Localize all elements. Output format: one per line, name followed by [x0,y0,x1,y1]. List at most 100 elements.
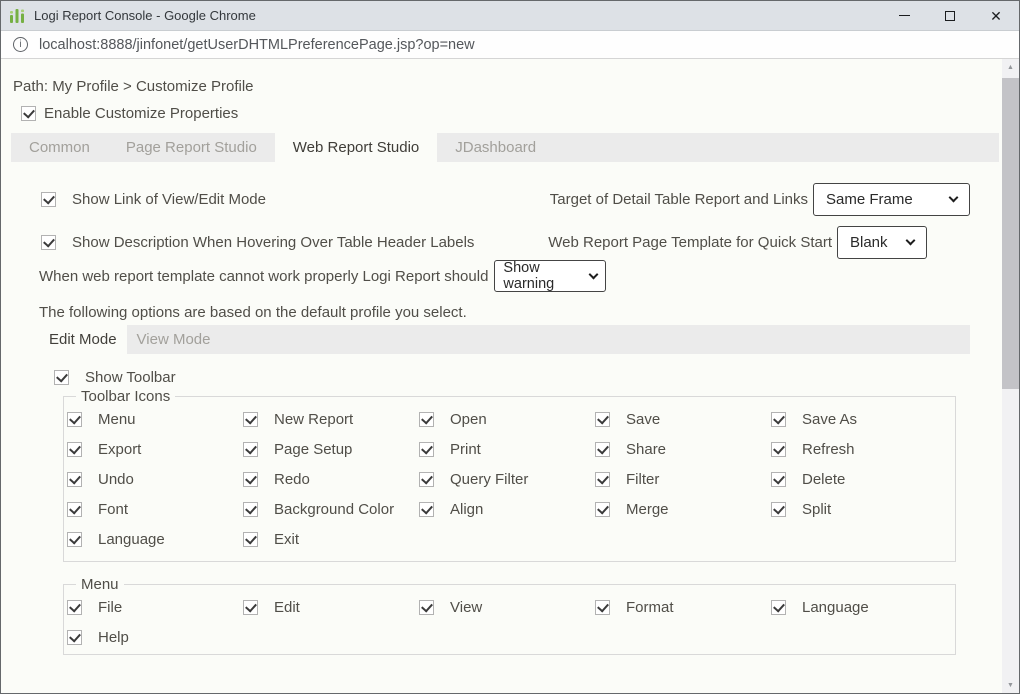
checkbox[interactable] [419,442,434,457]
enable-customize-checkbox[interactable]: Enable Customize Properties [21,105,1002,122]
checkbox[interactable] [67,600,82,615]
toolbar-icon-item-7[interactable]: Print [419,441,595,458]
window-titlebar: Logi Report Console - Google Chrome ✕ [1,1,1019,31]
checkbox-label: Query Filter [450,471,528,488]
toolbar-icon-item-3[interactable]: Save [595,411,771,428]
checkbox[interactable] [243,472,258,487]
toolbar-icon-item-2[interactable]: Open [419,411,595,428]
scroll-down-icon[interactable]: ▼ [1002,677,1019,693]
toolbar-icon-item-14[interactable]: Delete [771,471,947,488]
checkbox[interactable] [595,442,610,457]
checkbox[interactable] [595,472,610,487]
toolbar-icon-item-8[interactable]: Share [595,441,771,458]
checkbox-label: New Report [274,411,353,428]
checkbox[interactable] [419,472,434,487]
checkbox[interactable] [595,502,610,517]
show-link-checkbox[interactable]: Show Link of View/Edit Mode [41,191,266,208]
checkbox-label: Show Link of View/Edit Mode [72,191,266,208]
select-value: Show warning [503,260,580,292]
toolbar-icon-item-0[interactable]: Menu [67,411,243,428]
checkbox[interactable] [771,600,786,615]
checkbox[interactable] [243,412,258,427]
scroll-up-icon[interactable]: ▲ [1002,59,1019,75]
checkbox[interactable] [41,235,56,250]
toolbar-icon-item-17[interactable]: Align [419,501,595,518]
checkbox[interactable] [67,532,82,547]
checkbox[interactable] [595,412,610,427]
checkbox[interactable] [771,472,786,487]
checkbox[interactable] [419,412,434,427]
menu-item-1[interactable]: Edit [243,599,419,616]
page-info-icon[interactable]: i [13,37,28,52]
close-button[interactable]: ✕ [973,1,1019,30]
checkbox[interactable] [67,502,82,517]
toolbar-icon-item-5[interactable]: Export [67,441,243,458]
menu-item-5[interactable]: Help [67,629,243,646]
checkbox-label: Exit [274,531,299,548]
toolbar-icon-item-4[interactable]: Save As [771,411,947,428]
menu-item-4[interactable]: Language [771,599,947,616]
minimize-button[interactable] [881,1,927,30]
select-value: Same Frame [826,191,913,208]
checkbox[interactable] [243,600,258,615]
toolbar-icon-item-1[interactable]: New Report [243,411,419,428]
checkbox[interactable] [67,630,82,645]
browser-window: Logi Report Console - Google Chrome ✕ i … [0,0,1020,694]
toolbar-icon-item-12[interactable]: Query Filter [419,471,595,488]
toolbar-icon-item-13[interactable]: Filter [595,471,771,488]
tab-jdashboard[interactable]: JDashboard [437,133,554,162]
tab-common[interactable]: Common [11,133,108,162]
target-select[interactable]: Same Frame [813,183,970,216]
checkbox[interactable] [419,600,434,615]
toolbar-icon-item-10[interactable]: Undo [67,471,243,488]
checkbox[interactable] [771,502,786,517]
checkbox[interactable] [419,502,434,517]
checkbox[interactable] [41,192,56,207]
tab-web-report-studio[interactable]: Web Report Studio [275,133,437,162]
toolbar-icon-item-15[interactable]: Font [67,501,243,518]
toolbar-icon-item-11[interactable]: Redo [243,471,419,488]
checkbox[interactable] [595,600,610,615]
checkbox-label: Background Color [274,501,394,518]
mode-tab-strip: Edit Mode View Mode [39,325,970,354]
maximize-button[interactable] [927,1,973,30]
url-text[interactable]: localhost:8888/jinfonet/getUserDHTMLPref… [39,37,475,53]
template-select[interactable]: Blank [837,226,927,259]
checkbox[interactable] [67,442,82,457]
warning-select[interactable]: Show warning [494,260,606,292]
page-content: Path: My Profile > Customize Profile Ena… [1,59,1002,693]
checkbox-label: Delete [802,471,845,488]
checkbox-label: Menu [98,411,136,428]
checkbox[interactable] [67,472,82,487]
toolbar-icon-item-16[interactable]: Background Color [243,501,419,518]
maximize-icon [945,11,955,21]
show-toolbar-checkbox[interactable]: Show Toolbar [54,369,1002,386]
toolbar-icon-item-6[interactable]: Page Setup [243,441,419,458]
scrollbar-thumb[interactable] [1002,78,1019,389]
tab-view-mode[interactable]: View Mode [127,325,221,354]
checkbox[interactable] [243,442,258,457]
toolbar-icon-item-9[interactable]: Refresh [771,441,947,458]
checkbox[interactable] [771,442,786,457]
toolbar-icon-item-20[interactable]: Language [67,531,243,548]
checkbox[interactable] [67,412,82,427]
menu-item-3[interactable]: Format [595,599,771,616]
menu-item-0[interactable]: File [67,599,243,616]
checkbox-label: Refresh [802,441,855,458]
checkbox[interactable] [243,502,258,517]
toolbar-icon-item-18[interactable]: Merge [595,501,771,518]
tab-edit-mode[interactable]: Edit Mode [39,325,127,354]
tab-page-report-studio[interactable]: Page Report Studio [108,133,275,162]
breadcrumb: Path: My Profile > Customize Profile [13,78,1002,95]
checkbox[interactable] [21,106,36,121]
show-description-checkbox[interactable]: Show Description When Hovering Over Tabl… [41,234,474,251]
toolbar-icon-item-19[interactable]: Split [771,501,947,518]
checkbox[interactable] [54,370,69,385]
checkbox[interactable] [771,412,786,427]
chevron-down-icon [949,193,959,203]
menu-item-2[interactable]: View [419,599,595,616]
studio-tab-strip: Common Page Report Studio Web Report Stu… [11,133,999,162]
vertical-scrollbar[interactable]: ▲ ▼ [1002,59,1019,693]
toolbar-icon-item-21[interactable]: Exit [243,531,419,548]
checkbox[interactable] [243,532,258,547]
